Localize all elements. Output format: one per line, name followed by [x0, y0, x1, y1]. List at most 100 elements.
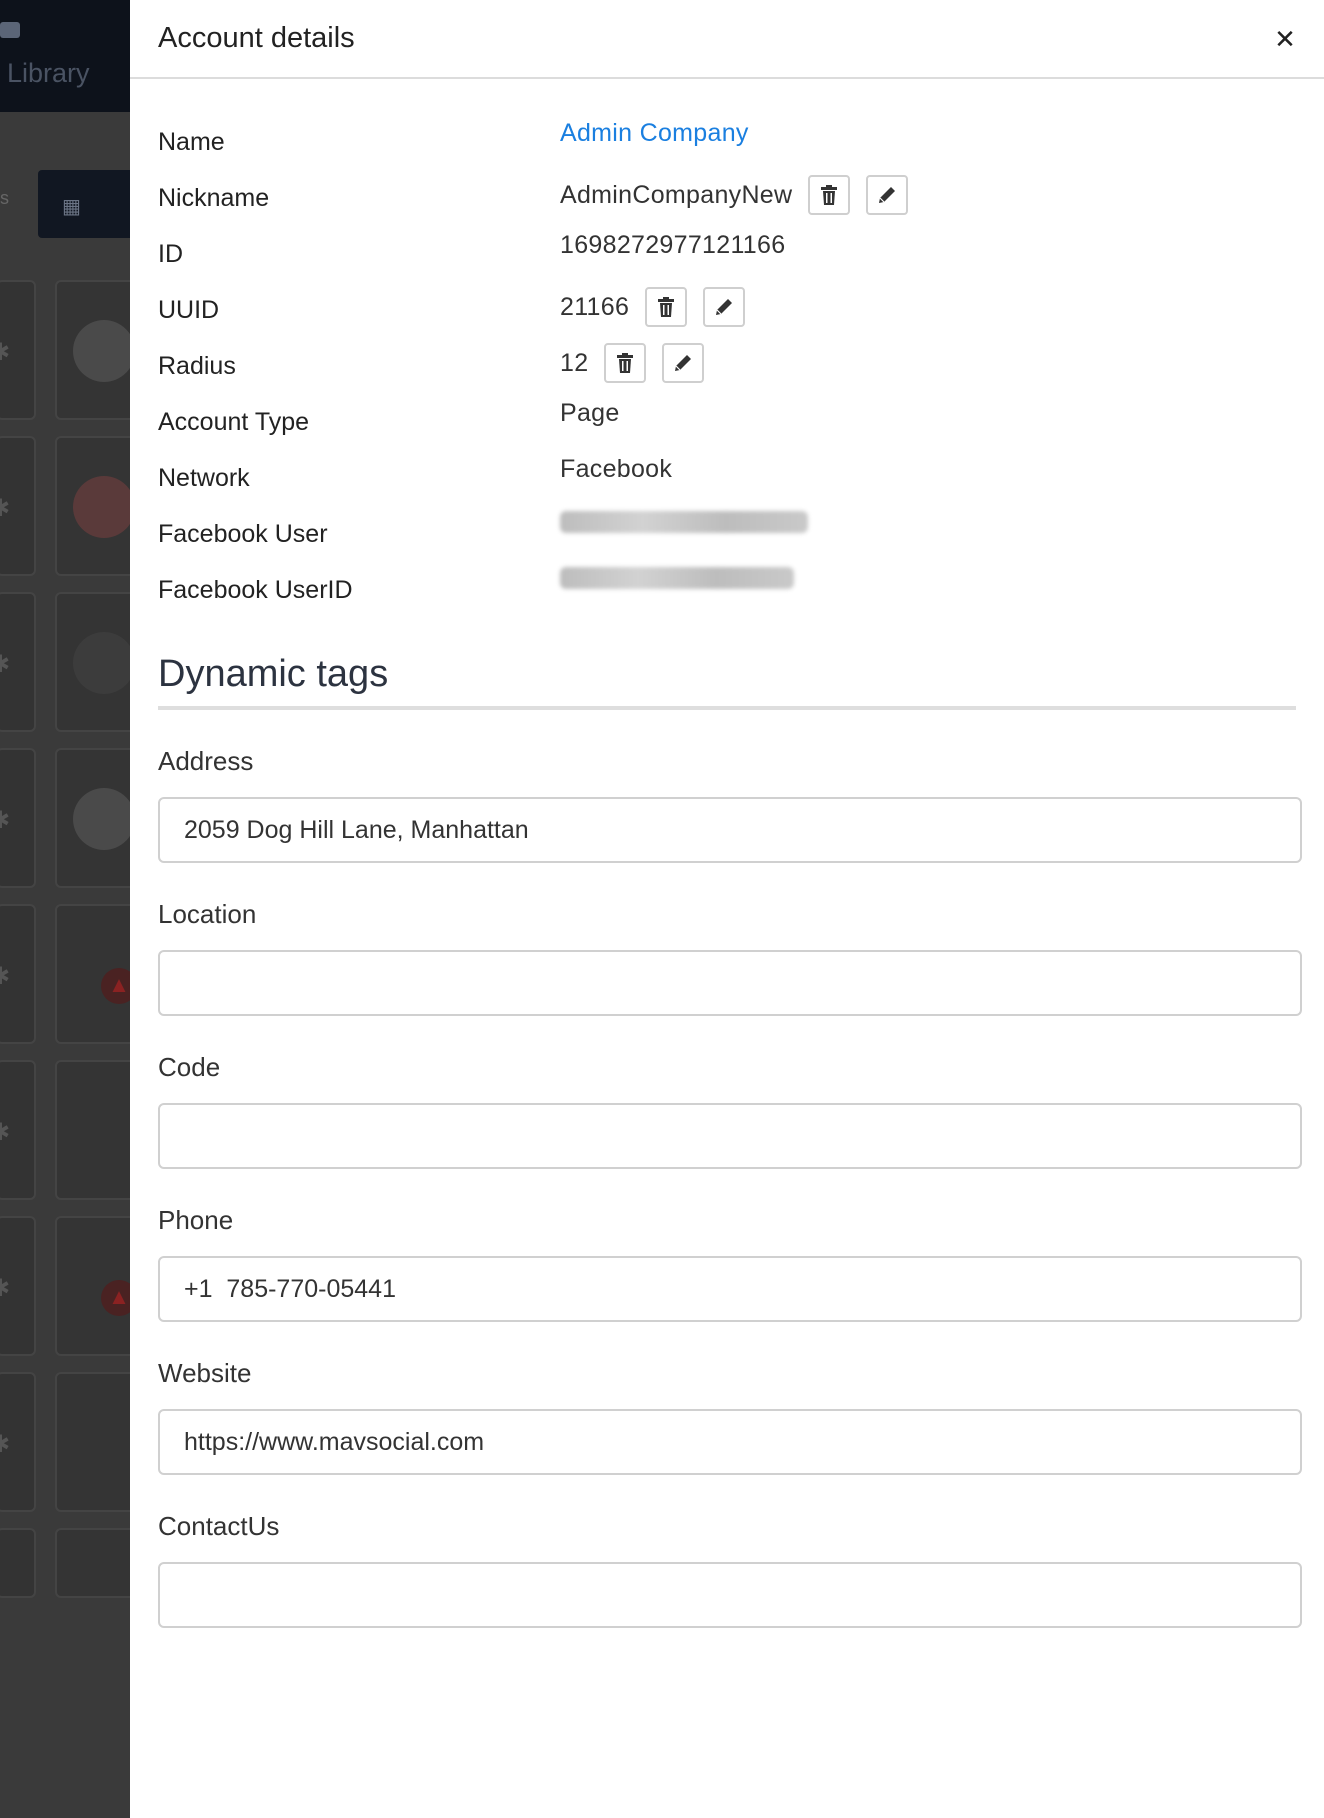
background-toolbar: s ▦	[0, 160, 140, 240]
contactus-input[interactable]	[158, 1562, 1302, 1628]
gear-icon: ✱	[0, 963, 11, 990]
account-type-label: Account Type	[158, 408, 310, 436]
trash-icon	[821, 185, 838, 205]
avatar	[73, 788, 135, 850]
pencil-icon	[716, 299, 733, 315]
network-value: Facebook	[560, 455, 673, 483]
delete-radius-button[interactable]	[604, 343, 647, 383]
avatar	[73, 476, 135, 538]
uuid-value-group: 21166	[560, 287, 746, 327]
gear-icon: ✱	[0, 339, 11, 366]
avatar	[73, 320, 135, 382]
account-details-list: Name Admin Company Nickname AdminCompany…	[158, 119, 1324, 623]
account-details-panel: Account details ✕ Name Admin Company Nic…	[130, 0, 1324, 1818]
contactus-label: ContactUs	[158, 1511, 280, 1541]
radius-value-group: 12	[560, 343, 705, 383]
detail-row-name: Name Admin Company	[158, 119, 1324, 175]
dynamic-tags-title: Dynamic tags	[158, 653, 1296, 710]
detail-row-id: ID 1698272977121166	[158, 231, 1324, 287]
facebook-user-label: Facebook User	[158, 520, 328, 548]
phone-field: Phone	[158, 1169, 1302, 1322]
detail-row-radius: Radius 12	[158, 343, 1324, 399]
website-label: Website	[158, 1358, 252, 1388]
phone-input[interactable]	[158, 1256, 1302, 1322]
panel-title: Account details	[158, 22, 355, 54]
detail-row-facebook-userid: Facebook UserID	[158, 567, 1324, 623]
background-card: ✱	[0, 748, 36, 888]
grid-icon: ▦	[62, 196, 81, 218]
uuid-value: 21166	[560, 292, 630, 321]
background-card	[55, 1372, 140, 1512]
background-card: ✱	[0, 436, 36, 576]
address-field: Address	[158, 710, 1302, 863]
contactus-field: ContactUs	[158, 1475, 1302, 1628]
code-input[interactable]	[158, 1103, 1302, 1169]
detail-row-facebook-user: Facebook User	[158, 511, 1324, 567]
gear-icon: ✱	[0, 1431, 11, 1458]
grid-view-button: ▦	[38, 170, 134, 238]
gear-icon: ✱	[0, 495, 11, 522]
radius-value: 12	[560, 348, 589, 377]
background-card	[55, 1528, 140, 1598]
background-card: ✱	[0, 592, 36, 732]
detail-row-network: Network Facebook	[158, 455, 1324, 511]
trash-icon	[617, 353, 634, 373]
briefcase-icon	[0, 22, 20, 38]
address-input[interactable]	[158, 797, 1302, 863]
location-field: Location	[158, 863, 1302, 1016]
facebook-user-value	[560, 511, 808, 533]
panel-header: Account details ✕	[130, 0, 1324, 79]
background-card	[0, 1528, 36, 1598]
background-card: ✱	[0, 1060, 36, 1200]
location-label: Location	[158, 899, 257, 929]
redacted-text	[560, 511, 808, 533]
detail-row-nickname: Nickname AdminCompanyNew	[158, 175, 1324, 231]
background-card: ✱	[0, 904, 36, 1044]
account-name-link[interactable]: Admin Company	[560, 119, 749, 148]
name-label: Name	[158, 128, 225, 156]
gear-icon: ✱	[0, 807, 11, 834]
edit-radius-button[interactable]	[662, 343, 705, 383]
background-card	[55, 436, 140, 576]
facebook-userid-value	[560, 567, 794, 589]
background-card	[55, 1060, 140, 1200]
uuid-label: UUID	[158, 296, 220, 324]
edit-nickname-button[interactable]	[866, 175, 909, 215]
website-field: Website	[158, 1322, 1302, 1475]
pencil-icon	[675, 355, 692, 371]
website-input[interactable]	[158, 1409, 1302, 1475]
edit-uuid-button[interactable]	[703, 287, 746, 327]
nickname-label: Nickname	[158, 184, 270, 212]
gear-icon: ✱	[0, 651, 11, 678]
pencil-icon	[879, 187, 896, 203]
background-card: ▲	[55, 1216, 140, 1356]
background-card	[55, 748, 140, 888]
delete-uuid-button[interactable]	[645, 287, 688, 327]
id-value: 1698272977121166	[560, 231, 786, 259]
background-card	[55, 280, 140, 420]
background-card: ✱	[0, 1372, 36, 1512]
background-topbar: Library	[0, 0, 140, 112]
background-card	[55, 592, 140, 732]
facebook-userid-label: Facebook UserID	[158, 576, 353, 604]
redacted-text	[560, 567, 794, 589]
code-field: Code	[158, 1016, 1302, 1169]
close-icon[interactable]: ✕	[1270, 24, 1300, 54]
trash-icon	[658, 297, 675, 317]
radius-label: Radius	[158, 352, 236, 380]
gear-icon: ✱	[0, 1119, 11, 1146]
avatar	[73, 632, 135, 694]
background-app: Library s ▦ ✱ ✱ ✱ ✱ ✱ ▲ ✱ ✱ ▲ ✱	[0, 0, 140, 1818]
location-input[interactable]	[158, 950, 1302, 1016]
library-label: Library	[7, 58, 90, 88]
nickname-value-group: AdminCompanyNew	[560, 175, 909, 215]
gear-icon: ✱	[0, 1275, 11, 1302]
code-label: Code	[158, 1052, 221, 1082]
background-card: ✱	[0, 1216, 36, 1356]
phone-label: Phone	[158, 1205, 234, 1235]
id-label: ID	[158, 240, 183, 268]
toolbar-separator: s	[0, 188, 9, 208]
address-label: Address	[158, 746, 254, 776]
delete-nickname-button[interactable]	[808, 175, 851, 215]
background-card: ▲	[55, 904, 140, 1044]
